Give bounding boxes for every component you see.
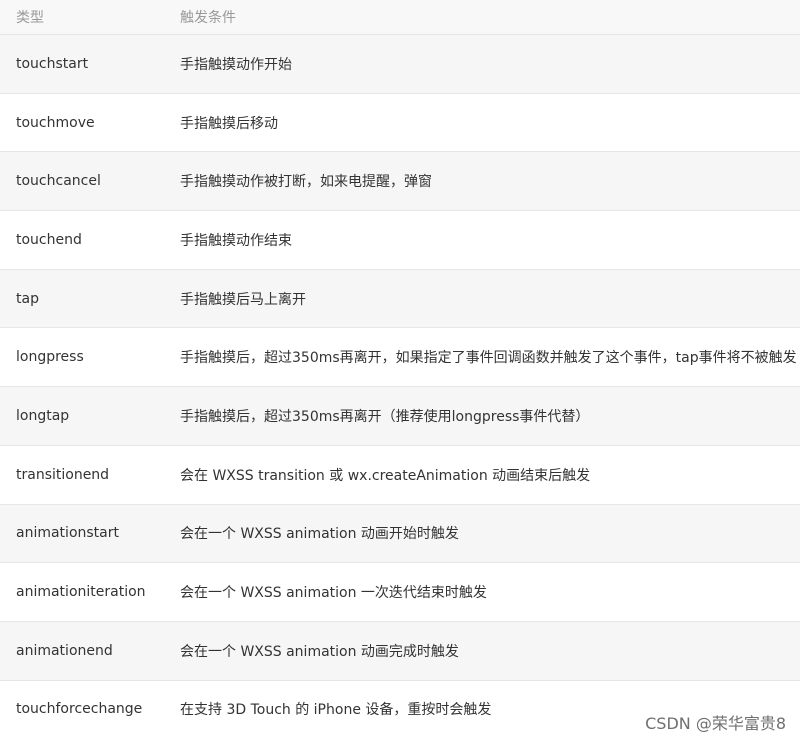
table-row: touchend 手指触摸动作结束 — [0, 210, 800, 269]
table-row: animationstart 会在一个 WXSS animation 动画开始时… — [0, 503, 800, 563]
event-condition: 会在一个 WXSS animation 动画完成时触发 — [180, 643, 459, 660]
table-header: 类型 触发条件 — [0, 0, 800, 34]
event-table: 类型 触发条件 touchstart 手指触摸动作开始 touchmove 手指… — [0, 0, 800, 739]
event-condition: 手指触摸后，超过350ms再离开，如果指定了事件回调函数并触发了这个事件，tap… — [180, 350, 797, 367]
event-condition: 会在一个 WXSS animation 动画开始时触发 — [180, 526, 459, 543]
table-row: touchmove 手指触摸后移动 — [0, 92, 800, 152]
event-condition: 手指触摸动作结束 — [180, 232, 292, 249]
event-type: touchcancel — [16, 173, 101, 190]
event-condition: 手指触摸后，超过350ms再离开（推荐使用longpress事件代替） — [180, 408, 590, 425]
table-row: longtap 手指触摸后，超过350ms再离开（推荐使用longpress事件… — [0, 386, 800, 445]
table-row: animationiteration 会在一个 WXSS animation 一… — [0, 562, 800, 621]
table-row: animationend 会在一个 WXSS animation 动画完成时触发 — [0, 620, 800, 680]
table-row: tap 手指触摸后马上离开 — [0, 268, 800, 328]
table-row: transitionend 会在 WXSS transition 或 wx.cr… — [0, 444, 800, 504]
event-type: longpress — [16, 349, 84, 366]
table-row: longpress 手指触摸后，超过350ms再离开，如果指定了事件回调函数并触… — [0, 327, 800, 387]
table-row: touchstart 手指触摸动作开始 — [0, 34, 800, 93]
event-type: touchmove — [16, 114, 95, 131]
event-type: animationend — [16, 642, 113, 659]
watermark: CSDN @荣华富贵8 — [645, 714, 786, 733]
table-row: touchcancel 手指触摸动作被打断，如来电提醒，弹窗 — [0, 151, 800, 211]
event-condition: 会在 WXSS transition 或 wx.createAnimation … — [180, 467, 591, 484]
event-condition: 手指触摸动作被打断，如来电提醒，弹窗 — [180, 174, 432, 191]
event-condition: 手指触摸后移动 — [180, 115, 278, 132]
event-condition: 手指触摸动作开始 — [180, 56, 292, 73]
event-condition: 会在一个 WXSS animation 一次迭代结束时触发 — [180, 585, 487, 602]
event-type: touchforcechange — [16, 701, 143, 718]
event-type: transitionend — [16, 466, 110, 483]
header-type: 类型 — [16, 10, 44, 26]
event-type: touchstart — [16, 55, 89, 72]
event-condition: 手指触摸后马上离开 — [180, 291, 306, 308]
event-type: touchend — [16, 231, 82, 248]
event-type: longtap — [16, 407, 70, 424]
event-type: animationiteration — [16, 584, 146, 601]
header-condition: 触发条件 — [180, 10, 236, 26]
event-type: animationstart — [16, 525, 119, 542]
event-type: tap — [16, 290, 39, 307]
